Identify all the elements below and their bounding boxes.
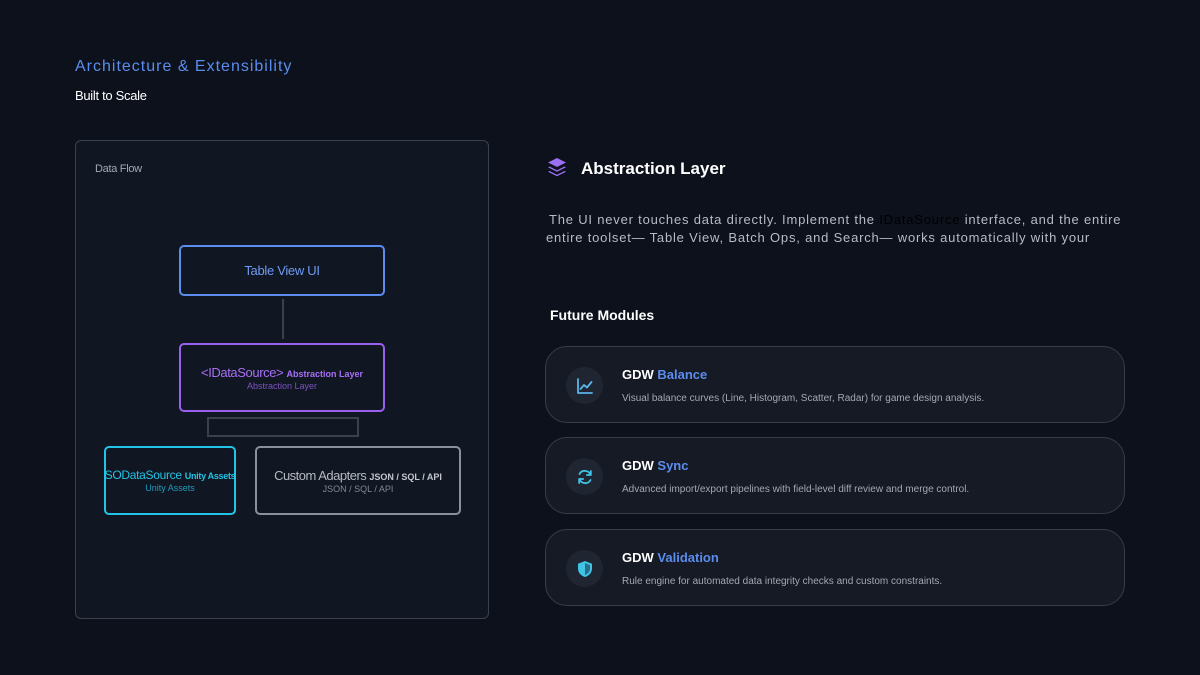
page-subtitle: Built to Scale bbox=[75, 88, 147, 103]
custom-adapters-subtitle: JSON / SQL / API bbox=[322, 483, 394, 494]
abstraction-layer-node: <IDataSource> Abstraction Layer Abstract… bbox=[179, 343, 385, 412]
desc-text-start: The UI never touches data directly. Impl… bbox=[549, 212, 880, 227]
layers-icon bbox=[548, 158, 566, 177]
module-name: Sync bbox=[657, 458, 689, 473]
module-name: Balance bbox=[657, 367, 708, 382]
module-description: Rule engine for automated data integrity… bbox=[622, 576, 943, 587]
future-modules-title: Future Modules bbox=[550, 307, 655, 323]
module-title: GDW Sync bbox=[622, 458, 688, 473]
module-card-validation: GDW Validation Rule engine for automated… bbox=[545, 529, 1125, 606]
module-prefix: GDW bbox=[622, 550, 654, 565]
module-card-balance: GDW Balance Visual balance curves (Line,… bbox=[545, 346, 1125, 423]
module-prefix: GDW bbox=[622, 458, 654, 473]
shield-icon bbox=[577, 560, 592, 577]
chart-line-icon bbox=[576, 377, 593, 394]
desc-text-line2: entire toolset— Table View, Batch Ops, a… bbox=[546, 230, 1091, 245]
sodatasource-node: SODataSource Unity Assets Unity Assets bbox=[104, 446, 236, 515]
abstraction-node-title: <IDataSource> Abstraction Layer bbox=[201, 365, 363, 380]
custom-adapters-node: Custom Adapters JSON / SQL / API JSON / … bbox=[255, 446, 461, 515]
sodatasource-subtitle: Unity Assets bbox=[145, 483, 195, 493]
table-view-node: Table View UI bbox=[179, 245, 385, 296]
module-description: Visual balance curves (Line, Histogram, … bbox=[622, 393, 985, 404]
sodatasource-title: SODataSource Unity Assets bbox=[105, 468, 236, 482]
module-prefix: GDW bbox=[622, 367, 654, 382]
abstraction-layer-description: The UI never touches data directly. Impl… bbox=[546, 211, 1166, 247]
idatasource-label: <IDataSource> bbox=[201, 364, 284, 380]
data-flow-panel: Data Flow Table View UI <IDataSource> Ab… bbox=[75, 140, 489, 619]
table-view-title: Table View UI bbox=[244, 263, 320, 278]
module-card-sync: GDW Sync Advanced import/export pipeline… bbox=[545, 437, 1125, 514]
abstraction-layer-title: Abstraction Layer bbox=[581, 159, 726, 178]
sodatasource-tag: Unity Assets bbox=[184, 471, 236, 481]
module-title: GDW Balance bbox=[622, 367, 707, 382]
module-icon-container bbox=[566, 550, 603, 587]
sodatasource-label: SODataSource bbox=[104, 468, 182, 482]
module-description: Advanced import/export pipelines with fi… bbox=[622, 484, 970, 495]
module-title: GDW Validation bbox=[622, 550, 719, 565]
custom-adapters-tag: JSON / SQL / API bbox=[369, 471, 442, 482]
abstraction-node-subtitle: Abstraction Layer bbox=[246, 380, 318, 391]
custom-adapters-title: Custom Adapters JSON / SQL / API bbox=[274, 468, 442, 483]
idatasource-code: IDataSource bbox=[879, 212, 961, 227]
data-flow-label: Data Flow bbox=[95, 163, 142, 175]
custom-adapters-label: Custom Adapters bbox=[274, 467, 367, 483]
page-title: Architecture & Extensibility bbox=[75, 58, 293, 75]
desc-text-end: interface, and the entire bbox=[960, 212, 1122, 227]
connector-bar bbox=[207, 417, 359, 437]
sync-icon bbox=[577, 469, 592, 484]
module-icon-container bbox=[566, 367, 603, 404]
module-icon-container bbox=[566, 458, 603, 495]
abstraction-tag: Abstraction Layer bbox=[286, 368, 363, 379]
module-name: Validation bbox=[657, 550, 719, 565]
connector-line bbox=[282, 299, 284, 339]
